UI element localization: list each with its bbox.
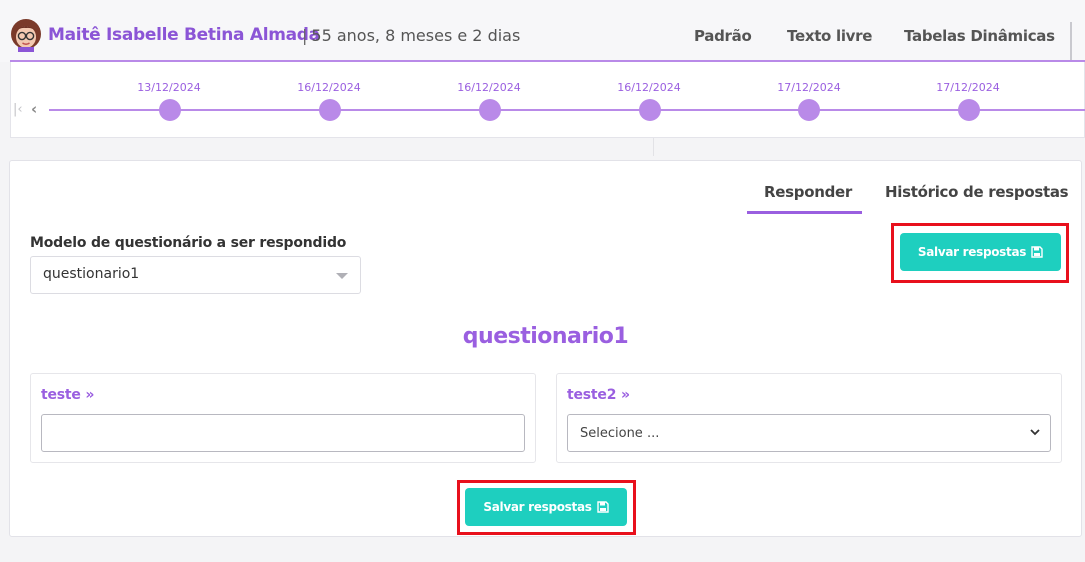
model-select-value: questionario1	[43, 266, 140, 282]
field-card-teste2: teste2 » Selecione ...	[556, 373, 1062, 463]
caret-down-icon	[336, 273, 348, 279]
tab-texto-livre[interactable]: Texto livre	[787, 27, 872, 45]
patient-age: | 55 anos, 8 meses e 2 dias	[302, 26, 520, 45]
model-select[interactable]: questionario1	[30, 256, 361, 294]
patient-header: Maitê Isabelle Betina Almada | 55 anos, 8…	[0, 0, 1085, 62]
timeline: |‹ ‹ 13/12/2024 16/12/2024 16/12/2024 16…	[10, 62, 1085, 138]
timeline-date: 16/12/2024	[617, 81, 681, 94]
timeline-date: 17/12/2024	[777, 81, 841, 94]
tab-padrao[interactable]: Padrão	[694, 27, 752, 45]
teste2-select[interactable]: Selecione ...	[567, 414, 1051, 452]
active-tab-indicator	[747, 211, 862, 214]
header-separator: |	[302, 26, 308, 45]
tab-responder[interactable]: Responder	[764, 183, 852, 201]
field-card-teste: teste »	[30, 373, 536, 463]
tab-historico-respostas[interactable]: Histórico de respostas	[885, 183, 1069, 201]
teste2-select-value: Selecione ...	[580, 426, 660, 441]
floppy-disk-icon	[1031, 246, 1043, 258]
timeline-dot[interactable]	[479, 99, 501, 121]
field-label-teste: teste »	[41, 387, 94, 403]
double-chevron-right-icon: »	[620, 387, 630, 403]
field-label-teste2: teste2 »	[567, 387, 630, 403]
timeline-date: 16/12/2024	[457, 81, 521, 94]
timeline-date: 17/12/2024	[936, 81, 1000, 94]
timeline-date: 16/12/2024	[297, 81, 361, 94]
patient-name: Maitê Isabelle Betina Almada	[48, 25, 320, 45]
field-label-text: teste2	[567, 387, 617, 403]
timeline-divider	[653, 138, 654, 156]
chevron-down-icon	[1030, 429, 1040, 436]
timeline-dot[interactable]	[639, 99, 661, 121]
model-select-label: Modelo de questionário a ser respondido	[30, 235, 347, 251]
timeline-dot[interactable]	[319, 99, 341, 121]
save-answers-button-top[interactable]: Salvar respostas	[900, 233, 1061, 271]
chevron-left-icon[interactable]: ‹	[31, 100, 37, 118]
questionnaire-panel: Responder Histórico de respostas Modelo …	[9, 160, 1082, 537]
timeline-date: 13/12/2024	[137, 81, 201, 94]
timeline-dot[interactable]	[958, 99, 980, 121]
tab-tabelas-dinamicas[interactable]: Tabelas Dinâmicas	[904, 27, 1055, 45]
patient-age-value: 55 anos, 8 meses e 2 dias	[311, 26, 521, 45]
header-edge-divider	[1070, 22, 1072, 60]
timeline-dot[interactable]	[159, 99, 181, 121]
save-button-label: Salvar respostas	[483, 500, 592, 514]
first-page-icon[interactable]: |‹	[13, 102, 23, 117]
timeline-line	[49, 109, 1085, 111]
double-chevron-right-icon: »	[85, 387, 95, 403]
teste-input[interactable]	[41, 414, 525, 452]
save-answers-button-bottom[interactable]: Salvar respostas	[465, 488, 627, 526]
save-button-label: Salvar respostas	[917, 245, 1027, 259]
field-label-text: teste	[41, 387, 81, 403]
form-title: questionario1	[462, 324, 629, 349]
floppy-disk-icon	[596, 501, 609, 513]
avatar	[11, 19, 41, 52]
timeline-dot[interactable]	[798, 99, 820, 121]
